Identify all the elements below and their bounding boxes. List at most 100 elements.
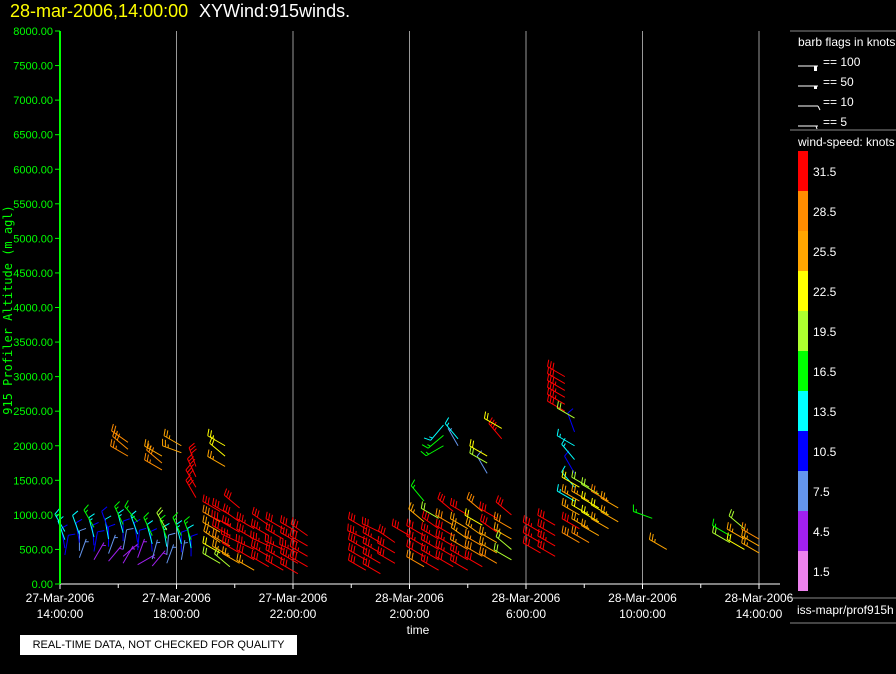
y-tick-label: 6500.00 [13,130,53,142]
quality-notice: REAL-TIME DATA, NOT CHECKED FOR QUALITY [20,635,297,655]
colorbar-swatch [798,231,808,271]
wind-barb [64,533,76,556]
x-tick-label-date: 28-Mar-2006 [725,591,794,605]
barb-legend-item: == 50 [798,75,854,89]
wind-barb [567,408,576,433]
wind-barb [78,538,89,558]
y-tick-label: 5000.00 [13,233,53,245]
wind-barb [561,497,580,516]
x-tick-label-time: 18:00:00 [153,607,200,621]
wind-barb [493,511,512,530]
source-label: iss-mapr/prof915h [797,603,894,617]
y-tick-label: 1500.00 [13,475,53,487]
wind-barb [590,484,609,502]
barb-legend-title: barb flags in knots [798,35,895,49]
wind-barb [561,470,580,488]
colorbar-swatch [798,471,808,511]
colorbar-label: 28.5 [813,205,837,219]
y-tick-label: 0.00 [32,579,53,591]
wind-barb [180,540,188,560]
wind-barb [279,537,299,554]
colorbar-label: 22.5 [813,285,837,299]
y-tick-label: 500.00 [19,544,53,556]
colorbar-swatch [798,311,808,351]
colorbar-label: 4.5 [813,525,830,539]
colorbar-swatch [798,191,808,231]
wind-barb-chart: 27-Mar-2006 14:00:00 27-Mar-2006 18:00:00 27… [1,26,896,637]
wind-barb [561,465,575,488]
wind-barb [137,538,147,558]
x-tick-label-time: 2:00:00 [389,607,429,621]
y-axis-label: 915 Profiler Altitude (m agl) [1,205,15,415]
wind-barb [83,504,95,528]
wind-barb [537,518,556,537]
x-tick-label-time: 22:00:00 [270,607,317,621]
wind-barb [190,533,198,557]
wind-barb [163,428,182,447]
x-tick-label-time: 14:00:00 [736,607,783,621]
wind-barb [377,546,396,564]
wind-barb [223,488,240,509]
y-tick-label: 2000.00 [13,441,53,453]
y-tick-label: 8000.00 [13,26,53,38]
y-tick-label: 7500.00 [13,61,53,73]
wind-barb [209,436,226,457]
speed-legend-title: wind-speed: knots [797,135,895,149]
wind-barb [211,509,231,526]
x-tick-label-date: 28-Mar-2006 [492,591,561,605]
x-tick-label-date: 28-Mar-2006 [375,591,444,605]
wind-barb [488,417,503,440]
x-axis-label: time [407,623,430,637]
wind-barb [537,508,556,526]
wind-barb [493,542,512,561]
legend-panel: barb flags in knots == 100 == 50 == 10 == 5… [790,30,896,624]
wind-barb [188,442,197,467]
wind-barb [156,507,168,531]
x-tick-label-time: 14:00:00 [37,607,84,621]
y-tick-label: 2500.00 [13,406,53,418]
barb-legend-item: == 5 [798,115,847,130]
gridlines [176,31,760,584]
colorbar-label: 7.5 [813,485,830,499]
y-tick-label: 5500.00 [13,199,53,211]
wind-barb [122,528,134,550]
colorbar-swatch [798,511,808,551]
wind-barb [377,535,396,554]
colorbar-swatch [798,391,808,431]
x-tick-label-time: 6:00:00 [506,607,546,621]
x-tick-label-date: 28-Mar-2006 [608,591,677,605]
wind-barb [648,532,668,550]
wind-barb [361,516,381,533]
wind-barb [93,530,105,552]
wind-barb [580,477,600,495]
y-tick-label: 3500.00 [13,337,53,349]
colorbar-swatch [798,551,808,591]
colorbar-swatch [798,351,808,391]
wind-barb [214,547,231,568]
y-tick-label: 6000.00 [13,164,53,176]
wind-barb [600,490,619,509]
wind-barb [108,534,118,554]
x-tick-label-time: 10:00:00 [619,607,666,621]
barb-legend-item: == 10 [798,95,854,111]
wind-barb [250,530,269,547]
wind-barb [444,417,459,440]
barb-legend-label: == 5 [823,115,847,129]
colorbar-label: 31.5 [813,165,837,179]
wind-barb [280,515,299,533]
wind-barb [464,508,483,526]
wind-barb [410,479,425,502]
y-tick-label: 1000.00 [13,510,53,522]
barb-legend-item: == 100 [798,55,861,71]
wind-barb [420,445,444,457]
colorbar-label: 13.5 [813,405,837,419]
y-tick-label: 3000.00 [13,372,53,384]
colorbar-swatch [798,431,808,471]
colorbar-swatch [798,151,808,191]
wind-barb [556,428,575,447]
barb-legend-label: == 100 [823,55,861,69]
wind-barb [166,544,177,564]
x-tick-label-date: 27-Mar-2006 [259,591,328,605]
colorbar: 31.5 28.5 25.5 22.5 19.5 16.5 13.5 10.5 7.5 4.5 1.… [798,151,837,591]
wind-barb [122,543,140,557]
